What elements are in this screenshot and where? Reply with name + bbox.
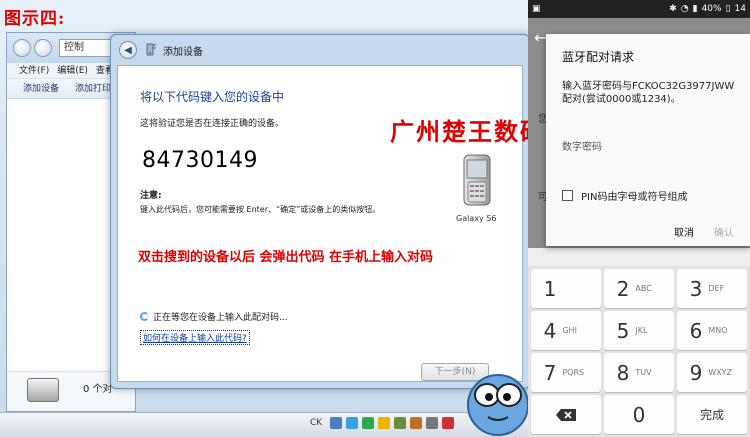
numeric-keypad: 1 2 ABC 3 DEF 4 GHI 5 JKL 6 MNO 7 PQRS 8 TUV 9W… — [528, 266, 750, 437]
key-number: 0 — [632, 402, 646, 427]
key-number: 1 — [543, 276, 557, 301]
caption-brand: 广州楚王数码 — [390, 117, 546, 146]
printer-icon — [27, 378, 59, 402]
mascot-icon — [467, 374, 529, 436]
security-icon[interactable] — [362, 417, 375, 429]
caption-top: 图示四: — [4, 9, 66, 29]
forward-arrow-icon[interactable] — [34, 39, 52, 57]
key-7[interactable]: 7 PQRS — [531, 353, 601, 392]
backspace-key[interactable] — [531, 395, 601, 434]
ime-indicator[interactable]: CK — [310, 418, 322, 428]
alphanumeric-pin-option[interactable]: PIN码由字母或符号组成 — [562, 188, 687, 203]
add-device-icon — [146, 43, 157, 56]
bluetooth-icon[interactable] — [346, 417, 359, 429]
pairing-message: 输入蓝牙密码与FCKOC32G3977JWW配对(尝试0000或1234)。 — [562, 81, 735, 105]
system-tray: CK — [310, 417, 455, 429]
key-number: 5 — [616, 318, 630, 343]
battery-percent: 40% — [701, 4, 722, 14]
battery-icon: ▯ — [725, 4, 731, 14]
key-6[interactable]: 6 MNO — [677, 311, 747, 350]
wifi-icon: ◔ — [680, 4, 689, 14]
key-letters: MNO — [708, 326, 728, 335]
pin-checkbox-label: PIN码由字母或符号组成 — [581, 192, 688, 203]
antivirus-icon[interactable] — [442, 417, 455, 429]
device-name: Galaxy S6 — [456, 214, 497, 223]
key-number: 9 — [689, 360, 703, 385]
key-2[interactable]: 2 ABC — [604, 269, 674, 308]
key-letters: GHI — [562, 326, 577, 335]
bluetooth-status-icon: ✱ — [669, 4, 677, 14]
phone-device-icon — [463, 154, 491, 206]
menu-edit[interactable]: 编辑(E) — [57, 63, 88, 78]
back-arrow-icon[interactable] — [13, 39, 31, 57]
pairing-dialog-title: 蓝牙配对请求 — [562, 50, 635, 64]
spinner-icon — [140, 312, 149, 321]
note-text: 键入此代码后，您可能需要按 Enter、“确定”或设备上的类似按钮。 — [140, 205, 381, 214]
app-icon[interactable] — [394, 417, 407, 429]
dialog-back-button[interactable]: ◀ — [119, 41, 137, 59]
key-number: 6 — [689, 318, 703, 343]
phone-status-bar: ▣ ✱ ◔ ▮ 40% ▯ 14 — [528, 0, 750, 18]
pairing-heading: 将以下代码键入您的设备中 — [140, 90, 285, 104]
key-number: 2 — [616, 276, 630, 301]
add-device-toolbar-button[interactable]: 添加设备 — [23, 79, 59, 98]
key-5[interactable]: 5 JKL — [604, 311, 674, 350]
key-0[interactable]: 0 — [604, 395, 674, 434]
speaker-icon[interactable] — [426, 417, 439, 429]
taskbar: CK — [0, 412, 530, 437]
key-letters: ABC — [635, 284, 652, 293]
media-icon[interactable] — [410, 417, 423, 429]
key-number: 8 — [616, 360, 630, 385]
key-number: 3 — [689, 276, 703, 301]
left-arrow-icon: ◀ — [124, 44, 132, 56]
caption-instruction: 双击搜到的设备以后 会弹出代码 在手机上输入对码 — [138, 250, 434, 265]
menu-file[interactable]: 文件(F) — [19, 63, 49, 78]
key-letters: TUV — [635, 368, 652, 377]
key-number: 7 — [543, 360, 557, 385]
confirm-button[interactable]: 确认 — [714, 224, 734, 239]
note-label: 注意: — [140, 191, 162, 201]
help-link[interactable]: 如何在设备上输入此代码? — [140, 330, 250, 345]
notification-icon: ▣ — [532, 4, 541, 14]
signal-icon: ▮ — [692, 4, 698, 14]
key-letters: JKL — [635, 326, 648, 335]
waiting-text: 正在等您在设备上输入此配对码... — [153, 313, 288, 323]
done-label: 完成 — [699, 408, 724, 422]
dialog-title: 添加设备 — [163, 46, 203, 58]
clock: 14 — [734, 4, 746, 14]
pin-checkbox[interactable] — [562, 190, 573, 201]
network-icon[interactable] — [330, 417, 343, 429]
bluetooth-pairing-dialog: 蓝牙配对请求 输入蓝牙密码与FCKOC32G3977JWW配对(尝试0000或1… — [546, 34, 750, 246]
phone-screen: ▣ ✱ ◔ ▮ 40% ▯ 14 ← 您 可 蓝牙配对请求 输入蓝牙密码与FCK… — [528, 0, 750, 437]
done-key[interactable]: 完成 — [677, 395, 747, 434]
key-3[interactable]: 3 DEF — [677, 269, 747, 308]
pin-input[interactable]: 数字密码 — [562, 138, 602, 153]
key-letters: WXYZ — [708, 368, 733, 377]
key-letters: DEF — [708, 284, 725, 293]
cancel-button[interactable]: 取消 — [674, 224, 694, 239]
add-device-dialog: ◀ 添加设备 将以下代码键入您的设备中 这将验证您是否在连接正确的设备。 847… — [110, 34, 530, 389]
shield-icon[interactable] — [378, 417, 391, 429]
key-9[interactable]: 9 WXYZ — [677, 353, 747, 392]
key-1[interactable]: 1 — [531, 269, 601, 308]
key-8[interactable]: 8 TUV — [604, 353, 674, 392]
key-letters: PQRS — [562, 368, 585, 377]
add-printer-toolbar-button[interactable]: 添加打印 — [75, 79, 111, 98]
dialog-header: ◀ 添加设备 — [111, 35, 529, 65]
waiting-status: 正在等您在设备上输入此配对码... — [140, 310, 288, 323]
verify-text: 这将验证您是否在连接正确的设备。 — [140, 119, 285, 129]
pairing-code: 84730149 — [142, 148, 258, 173]
backspace-icon — [556, 408, 576, 421]
item-count: 0 个对 — [83, 384, 113, 395]
key-4[interactable]: 4 GHI — [531, 311, 601, 350]
key-number: 4 — [543, 318, 557, 343]
